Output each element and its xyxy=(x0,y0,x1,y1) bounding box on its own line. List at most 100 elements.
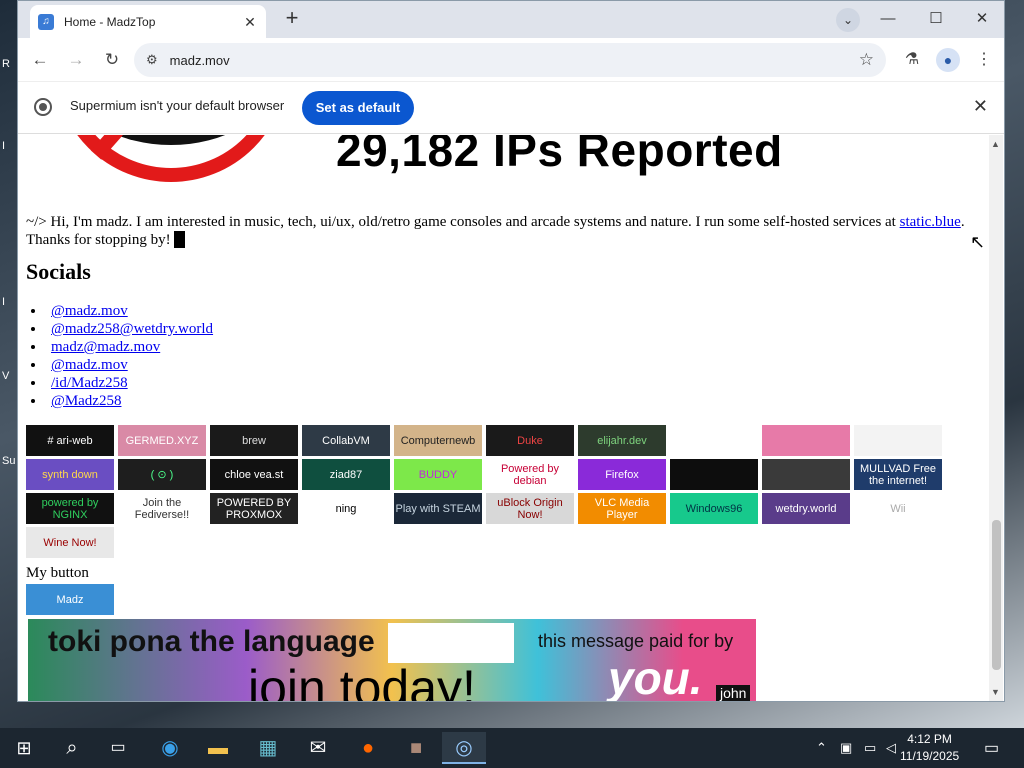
badge-button[interactable]: POWERED BY PROXMOX xyxy=(210,493,298,524)
social-item: @madz.mov xyxy=(31,302,213,320)
browser-logo-icon xyxy=(34,98,52,116)
music-note-icon: ♫ xyxy=(38,13,54,30)
badge-button[interactable]: GERMED.XYZ xyxy=(118,425,206,456)
badge-button[interactable] xyxy=(762,459,850,490)
badge-button[interactable]: ning xyxy=(302,493,390,524)
browser-toolbar: ← → ↻ ⚙ madz.mov ☆ ⚗ ● ⋮ xyxy=(18,38,1004,82)
address-bar[interactable]: ⚙ madz.mov ☆ xyxy=(134,43,886,77)
file-explorer-icon[interactable]: ▬ xyxy=(196,732,240,764)
banner-line-4: you. xyxy=(608,652,703,701)
badge-button[interactable]: powered by NGINX xyxy=(26,493,114,524)
new-tab-button[interactable]: + xyxy=(280,7,304,31)
badge-button[interactable]: Computernewb xyxy=(394,425,482,456)
badge-button[interactable]: brew xyxy=(210,425,298,456)
mail-icon[interactable]: ✉ xyxy=(296,732,340,764)
page-content: 29,182 IPs Reported ~/> Hi, I'm madz. I … xyxy=(18,135,988,701)
notifications-icon[interactable]: ▭ xyxy=(984,738,999,758)
scroll-up-arrow-icon[interactable]: ▲ xyxy=(991,139,1000,149)
badge-button[interactable]: Play with STEAM xyxy=(394,493,482,524)
app-icon[interactable]: ■ xyxy=(394,732,438,764)
desktop-edge-text: V xyxy=(2,370,10,382)
forward-button[interactable]: → xyxy=(64,48,88,72)
taskbar: ⊞ ⌕ ▭ ◉ ▬ ▦ ✉ ● ■ ◎ ⌃ ▣ ▭ ◁ 4:12 PM 11/1… xyxy=(0,728,1024,768)
social-link[interactable]: madz@madz.mov xyxy=(51,339,160,355)
badge-button[interactable]: ziad87 xyxy=(302,459,390,490)
social-item: @madz258@wetdry.world xyxy=(31,320,213,338)
social-link[interactable]: @madz.mov xyxy=(51,303,128,319)
scroll-thumb[interactable] xyxy=(992,520,1001,670)
clock[interactable]: 4:12 PM 11/19/2025 xyxy=(900,731,959,765)
tab-search-button[interactable]: ⌄ xyxy=(836,8,860,32)
back-button[interactable]: ← xyxy=(28,48,52,72)
site-info-icon[interactable]: ⚙ xyxy=(146,52,158,68)
banner-line-2: join today! xyxy=(248,660,476,701)
badge-button[interactable]: synth down xyxy=(26,459,114,490)
set-as-default-button[interactable]: Set as default xyxy=(302,91,414,125)
minimize-button[interactable]: — xyxy=(870,7,906,31)
social-link[interactable]: @Madz258 xyxy=(51,393,121,409)
intro-paragraph: ~/> Hi, I'm madz. I am interested in mus… xyxy=(26,213,971,249)
social-item: /id/Madz258 xyxy=(31,374,213,392)
badge-button[interactable]: Powered by debian xyxy=(486,459,574,490)
volume-muted-icon[interactable]: ◁ xyxy=(886,740,896,756)
badge-button[interactable]: CollabVM xyxy=(302,425,390,456)
badge-button[interactable]: uBlock Origin Now! xyxy=(486,493,574,524)
badge-button[interactable]: wetdry.world xyxy=(762,493,850,524)
badge-button[interactable]: BUDDY xyxy=(394,459,482,490)
badge-button[interactable] xyxy=(762,425,850,456)
windows-logo-icon[interactable]: ⊞ xyxy=(2,732,46,764)
page-scrollbar[interactable]: ▲ ▼ xyxy=(989,135,1003,701)
tab-home[interactable]: ♫ Home - MadzTop ✕ xyxy=(30,5,266,38)
badge-button[interactable]: Duke xyxy=(486,425,574,456)
badge-button[interactable] xyxy=(854,425,942,456)
badge-button[interactable] xyxy=(670,459,758,490)
badge-button[interactable]: ( ⊙ ) xyxy=(118,459,206,490)
social-link[interactable]: /id/Madz258 xyxy=(51,375,128,391)
menu-icon[interactable]: ⋮ xyxy=(972,48,996,72)
search-icon[interactable]: ⌕ xyxy=(50,732,94,764)
close-window-button[interactable]: ✕ xyxy=(964,7,1000,31)
url-text[interactable]: madz.mov xyxy=(170,53,230,68)
badge-button[interactable]: elijahr.dev xyxy=(578,425,666,456)
bookmark-star-icon[interactable]: ☆ xyxy=(859,50,874,70)
supermium-icon[interactable]: ◎ xyxy=(442,732,486,764)
badge-button[interactable]: # ari-web xyxy=(26,425,114,456)
badge-button[interactable]: Wine Now! xyxy=(26,527,114,558)
my-88x31-button[interactable]: Madz xyxy=(26,584,114,615)
toki-pona-banner[interactable]: toki pona the language join today! this … xyxy=(28,619,756,701)
badge-button[interactable]: Join the Fediverse!! xyxy=(118,493,206,524)
tab-strip: ♫ Home - MadzTop ✕ + ⌄ — ☐ ✕ xyxy=(18,1,1004,38)
static-blue-link[interactable]: static.blue xyxy=(900,214,961,230)
leaf-image xyxy=(388,623,514,663)
badge-button[interactable]: Windows96 xyxy=(670,493,758,524)
task-view-icon[interactable]: ▭ xyxy=(96,732,140,764)
badge-button[interactable]: VLC Media Player xyxy=(578,493,666,524)
badge-button[interactable]: MULLVAD Free the internet! xyxy=(854,459,942,490)
intro-text: ~/> Hi, I'm madz. I am interested in mus… xyxy=(26,214,900,230)
close-tab-icon[interactable]: ✕ xyxy=(242,14,258,30)
social-item: madz@madz.mov xyxy=(31,338,213,356)
badge-button[interactable]: Wii xyxy=(854,493,942,524)
meet-now-icon[interactable]: ▣ xyxy=(840,740,852,756)
badge-button[interactable]: chloe vea.st xyxy=(210,459,298,490)
badge-button[interactable] xyxy=(670,425,758,456)
banner-line-1: toki pona the language xyxy=(48,625,375,658)
infobar-close-icon[interactable]: ✕ xyxy=(973,96,988,117)
socials-heading: Socials xyxy=(26,259,91,284)
edge-browser-icon[interactable]: ◉ xyxy=(148,732,192,764)
badge-button[interactable]: Firefox xyxy=(578,459,666,490)
my-button-label: My button xyxy=(26,565,89,581)
store-icon[interactable]: ▦ xyxy=(246,732,290,764)
profile-icon[interactable]: ● xyxy=(936,48,960,72)
labs-icon[interactable]: ⚗ xyxy=(900,48,924,72)
social-link[interactable]: @madz.mov xyxy=(51,357,128,373)
scroll-down-arrow-icon[interactable]: ▼ xyxy=(991,687,1000,697)
network-icon[interactable]: ▭ xyxy=(864,740,876,756)
tray-overflow-icon[interactable]: ⌃ xyxy=(816,740,827,756)
social-item: @madz.mov xyxy=(31,356,213,374)
desktop-edge-text: I xyxy=(2,296,6,308)
maximize-button[interactable]: ☐ xyxy=(918,7,954,31)
firefox-icon[interactable]: ● xyxy=(346,732,390,764)
social-link[interactable]: @madz258@wetdry.world xyxy=(51,321,213,337)
reload-button[interactable]: ↻ xyxy=(100,48,124,72)
